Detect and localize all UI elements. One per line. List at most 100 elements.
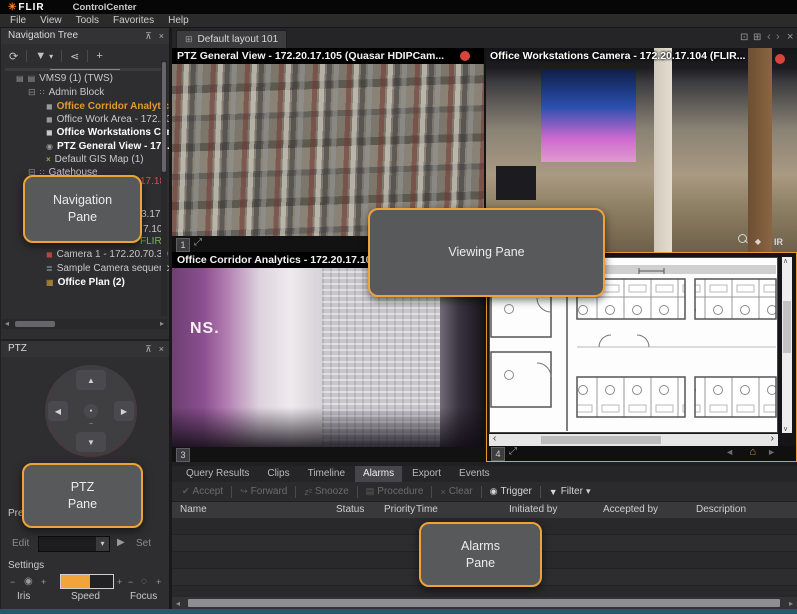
splitter-handle[interactable]	[5, 68, 165, 71]
trigger-button[interactable]: ◉ Trigger	[490, 486, 532, 497]
tab-export[interactable]: Export	[404, 466, 449, 482]
column-name[interactable]: Name	[180, 502, 207, 518]
menu-favorites[interactable]: Favorites	[113, 15, 154, 26]
speed-plus-button[interactable]: +	[117, 577, 122, 587]
tree-item-label: Default GIS Map (1)	[55, 154, 144, 165]
toolbar-divider	[87, 50, 88, 62]
tilt-up-button[interactable]: ▲	[76, 370, 106, 390]
refresh-icon[interactable]: ⟳	[9, 50, 18, 63]
edit-preset-button[interactable]: Edit	[12, 538, 29, 549]
forward-arrow-icon: ↪	[240, 486, 248, 497]
pin-icon[interactable]: ⊼	[145, 341, 152, 357]
zoom-out-bar-button[interactable]: −	[80, 420, 102, 428]
tile-number-badge: 1	[176, 238, 190, 252]
pan-right-button[interactable]: ▶	[114, 401, 134, 421]
menu-file[interactable]: File	[10, 15, 26, 26]
clear-button[interactable]: × Clear	[440, 486, 472, 497]
procedure-button[interactable]: ▤ Procedure	[366, 486, 424, 497]
digital-zoom-icon[interactable]	[738, 234, 747, 243]
focus-minus-button[interactable]: −	[128, 577, 133, 587]
tree-item-server[interactable]: ▤ ▤ VMS9 (1) (TWS)	[2, 72, 174, 85]
camera-icon: ◼	[46, 250, 53, 259]
scroll-left-icon[interactable]: ◂	[5, 319, 9, 329]
add-to-layout-icon[interactable]: +	[96, 50, 102, 62]
map-home-icon[interactable]: ⌂	[749, 446, 756, 458]
column-priority[interactable]: Priority	[384, 502, 415, 518]
tile-title: Office Corridor Analytics - 172.20.17.10…	[177, 254, 377, 266]
close-icon[interactable]: ×	[159, 28, 164, 44]
map-vertical-scrollbar[interactable]: ∧ ∨	[782, 257, 792, 433]
tab-timeline[interactable]: Timeline	[300, 466, 353, 482]
scroll-left-icon[interactable]: ◂	[176, 599, 180, 609]
pan-left-button[interactable]: ◀	[48, 401, 68, 421]
filter-button[interactable]: ▼ Filter ▾	[549, 486, 591, 497]
column-time[interactable]: Time	[416, 502, 438, 518]
expand-tile-icon[interactable]: ⤢	[509, 446, 517, 457]
expand-tile-icon[interactable]: ⤢	[194, 237, 202, 248]
trigger-icon: ◉	[490, 486, 498, 497]
next-layout-icon[interactable]: ›	[776, 31, 780, 43]
site-icon: ∷	[40, 88, 45, 97]
filter-caret-icon[interactable]: ▾	[49, 52, 53, 61]
pin-icon[interactable]: ⊼	[145, 28, 152, 44]
menu-view[interactable]: View	[40, 15, 62, 26]
chevron-down-icon[interactable]: ▾	[96, 537, 109, 551]
bottom-tab-bar: Query Results Clips Timeline Alarms Expo…	[172, 466, 797, 482]
menu-tools[interactable]: Tools	[76, 15, 99, 26]
tree-item-fragment: FLIR	[140, 236, 162, 247]
flir-controlcenter-window: ✳ FLIR ControlCenter File View Tools Fav…	[0, 0, 797, 614]
scroll-right-icon[interactable]: ▸	[160, 319, 164, 329]
set-preset-button[interactable]: Set	[136, 538, 151, 549]
tree-item-admin-block[interactable]: ⊟ ∷ Admin Block	[2, 86, 186, 99]
tab-events[interactable]: Events	[451, 466, 498, 482]
tab-query-results[interactable]: Query Results	[178, 466, 257, 482]
accept-button[interactable]: ✔ Accept	[182, 486, 223, 497]
goto-preset-button[interactable]: ▶	[117, 537, 125, 548]
scroll-down-icon[interactable]: ∨	[783, 425, 788, 433]
map-back-icon[interactable]: ◄	[725, 447, 734, 457]
column-accepted-by[interactable]: Accepted by	[603, 502, 658, 518]
focus-point-icon[interactable]: ◆	[755, 237, 761, 246]
close-icon[interactable]: ×	[159, 341, 164, 357]
tab-alarms[interactable]: Alarms	[355, 466, 402, 482]
camera-icon: ◼	[46, 128, 53, 137]
tab-clips[interactable]: Clips	[259, 466, 297, 482]
toolbar-divider	[481, 486, 482, 498]
menu-help[interactable]: Help	[168, 15, 189, 26]
alarms-horizontal-scrollbar[interactable]: ◂ ▸	[172, 597, 797, 609]
focus-icon: ◌	[141, 576, 147, 587]
ir-mode-toggle[interactable]: IR	[774, 237, 783, 247]
iris-plus-button[interactable]: +	[41, 577, 46, 587]
scroll-left-icon[interactable]: ‹	[493, 433, 496, 444]
ptz-dpad: ▲ ▼ ◀ ▶ ● −	[45, 365, 137, 457]
center-dot-icon: ●	[89, 408, 92, 414]
tab-default-layout[interactable]: ⊞ Default layout 101	[176, 30, 287, 48]
preset-select[interactable]: ▾	[38, 536, 110, 552]
scroll-up-icon[interactable]: ∧	[783, 257, 788, 265]
iris-minus-button[interactable]: −	[10, 577, 15, 587]
column-description[interactable]: Description	[696, 502, 746, 518]
display-mode-icon[interactable]: ⊡	[740, 32, 748, 43]
scroll-right-icon[interactable]: ›	[771, 433, 774, 444]
minus-icon: −	[89, 421, 93, 428]
speed-slider[interactable]	[60, 574, 114, 589]
column-initiated-by[interactable]: Initiated by	[509, 502, 557, 518]
map-forward-icon[interactable]: ►	[767, 447, 776, 457]
tilt-down-button[interactable]: ▼	[76, 432, 106, 452]
scroll-right-icon[interactable]: ▸	[789, 599, 793, 609]
map-horizontal-scrollbar[interactable]: ‹ ›	[489, 434, 778, 446]
tree-vertical-scrollbar[interactable]	[161, 60, 167, 316]
share-icon[interactable]: ⋖	[70, 50, 79, 63]
close-layout-icon[interactable]: ×	[787, 31, 793, 43]
filter-icon[interactable]: ▼	[35, 50, 46, 62]
ptz-home-button[interactable]: ●	[84, 404, 98, 418]
snooze-button[interactable]: z² Snooze	[304, 486, 348, 497]
column-status[interactable]: Status	[336, 502, 364, 518]
previous-layout-icon[interactable]: ‹	[767, 31, 771, 43]
forward-button[interactable]: ↪ Forward	[240, 486, 287, 497]
focus-plus-button[interactable]: +	[156, 577, 161, 587]
tree-item-fragment: 7.10	[143, 224, 162, 235]
collapse-icon[interactable]: ⊟	[28, 87, 36, 98]
layout-grid-icon[interactable]: ⊞	[753, 32, 761, 43]
tree-horizontal-scrollbar[interactable]: ◂ ▸	[2, 319, 167, 329]
